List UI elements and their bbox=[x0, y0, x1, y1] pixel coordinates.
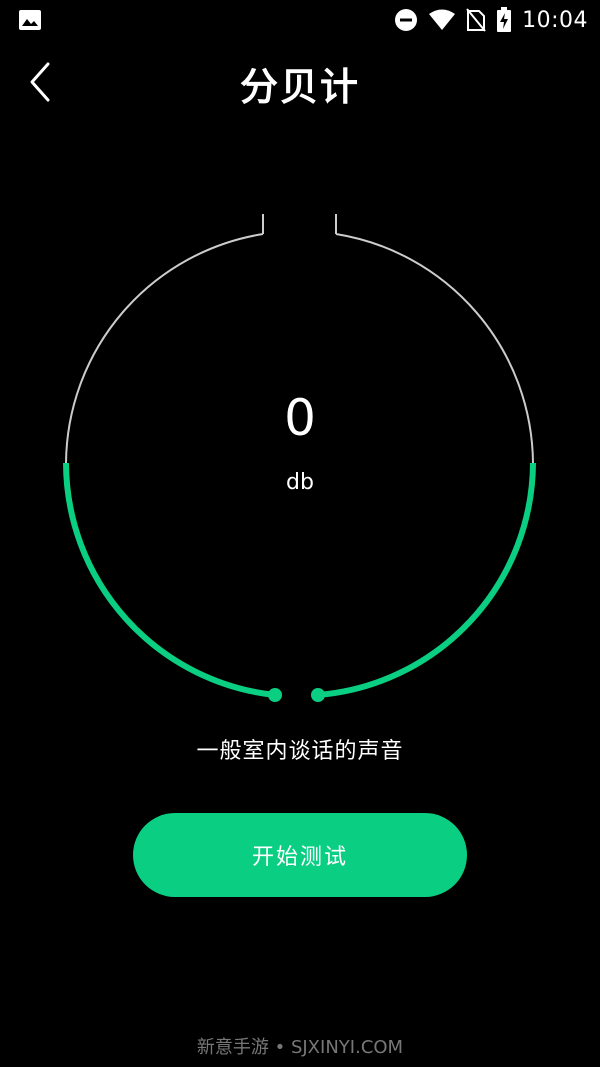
meter-active-left bbox=[63, 462, 276, 698]
gallery-icon bbox=[19, 10, 41, 30]
no-sim-icon bbox=[466, 8, 486, 32]
decibel-unit: db bbox=[286, 470, 314, 495]
decibel-meter bbox=[0, 190, 600, 720]
meter-active-right bbox=[317, 462, 536, 698]
meter-end-dot-right bbox=[311, 688, 325, 702]
battery-charging-icon bbox=[497, 7, 512, 32]
wifi-icon bbox=[429, 9, 456, 30]
meter-end-dot-left bbox=[268, 688, 282, 702]
meter-gauge bbox=[63, 214, 536, 702]
watermark: 新意手游 • SJXINYI.COM bbox=[196, 1037, 404, 1058]
status-time: 10:04 bbox=[522, 7, 588, 33]
title-bar: 分贝计 bbox=[0, 48, 600, 118]
page-title: 分贝计 bbox=[239, 65, 360, 109]
status-icons: 10:04 bbox=[394, 0, 588, 40]
status-bar: 10:04 bbox=[0, 0, 600, 40]
start-test-label: 开始测试 bbox=[251, 845, 348, 870]
start-test-button[interactable]: 开始测试 bbox=[133, 813, 467, 897]
decibel-value: 0 bbox=[284, 389, 316, 447]
noise-description: 一般室内谈话的声音 bbox=[196, 739, 404, 764]
do-not-disturb-icon bbox=[395, 9, 418, 31]
